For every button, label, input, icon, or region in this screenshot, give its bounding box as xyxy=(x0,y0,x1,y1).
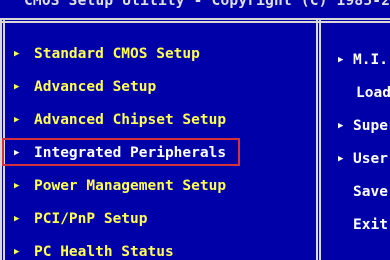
arrow-right-icon: ▶ xyxy=(14,181,20,191)
menu-item-label: Advanced Chipset Setup xyxy=(34,112,227,128)
menu-item-label: Advanced Setup xyxy=(34,79,157,95)
right-menu-item-label: Load xyxy=(356,85,390,101)
menu-item-pci-pnp-setup[interactable]: ▶ PCI/PnP Setup xyxy=(14,207,148,231)
right-menu-item-save[interactable]: Save xyxy=(353,180,388,204)
menu-item-label: Integrated Peripherals xyxy=(34,145,227,161)
menu-item-label: Power Management Setup xyxy=(34,178,227,194)
menu-item-label: PCI/PnP Setup xyxy=(34,211,148,227)
right-menu-item-label: Super xyxy=(353,118,390,134)
right-menu-item-label: User xyxy=(353,151,388,167)
arrow-right-icon: ▶ xyxy=(338,121,344,131)
top-double-border xyxy=(0,18,390,23)
title-bar: CMOS Setup Utility - Copyright (C) 1985-… xyxy=(0,0,390,17)
right-menu-item-user[interactable]: ▶ User xyxy=(338,147,388,171)
right-menu-item-supervisor[interactable]: ▶ Super xyxy=(338,114,390,138)
bios-screen: CMOS Setup Utility - Copyright (C) 1985-… xyxy=(0,0,390,260)
right-menu-item-label: M.I. xyxy=(353,52,388,68)
arrow-right-icon: ▶ xyxy=(14,115,20,125)
menu-item-pc-health-status[interactable]: ▶ PC Health Status xyxy=(14,240,174,260)
menu-item-power-management-setup[interactable]: ▶ Power Management Setup xyxy=(14,174,226,198)
column-divider xyxy=(316,20,321,260)
arrow-right-icon: ▶ xyxy=(14,49,20,59)
right-menu-item-label: Exit xyxy=(353,217,388,233)
arrow-right-icon: ▶ xyxy=(338,154,344,164)
menu-item-integrated-peripherals[interactable]: ▶ Integrated Peripherals xyxy=(14,141,226,165)
menu-item-advanced-setup[interactable]: ▶ Advanced Setup xyxy=(14,75,156,99)
arrow-right-icon: ▶ xyxy=(338,55,344,65)
right-menu-item-label: Save xyxy=(353,184,388,200)
menu-item-label: Standard CMOS Setup xyxy=(34,46,200,62)
arrow-right-icon: ▶ xyxy=(14,82,20,92)
arrow-right-icon: ▶ xyxy=(14,247,20,257)
menu-item-label: PC Health Status xyxy=(34,244,174,260)
right-menu-item-mib[interactable]: ▶ M.I. xyxy=(338,48,388,72)
arrow-right-icon: ▶ xyxy=(14,214,20,224)
menu-item-advanced-chipset-setup[interactable]: ▶ Advanced Chipset Setup xyxy=(14,108,226,132)
right-menu-item-load[interactable]: Load xyxy=(356,81,390,105)
right-menu-item-exit[interactable]: Exit xyxy=(353,213,388,237)
window-title: CMOS Setup Utility - Copyright (C) 1985-… xyxy=(24,0,390,9)
arrow-right-icon: ▶ xyxy=(14,148,20,158)
menu-item-standard-cmos-setup[interactable]: ▶ Standard CMOS Setup xyxy=(14,42,200,66)
